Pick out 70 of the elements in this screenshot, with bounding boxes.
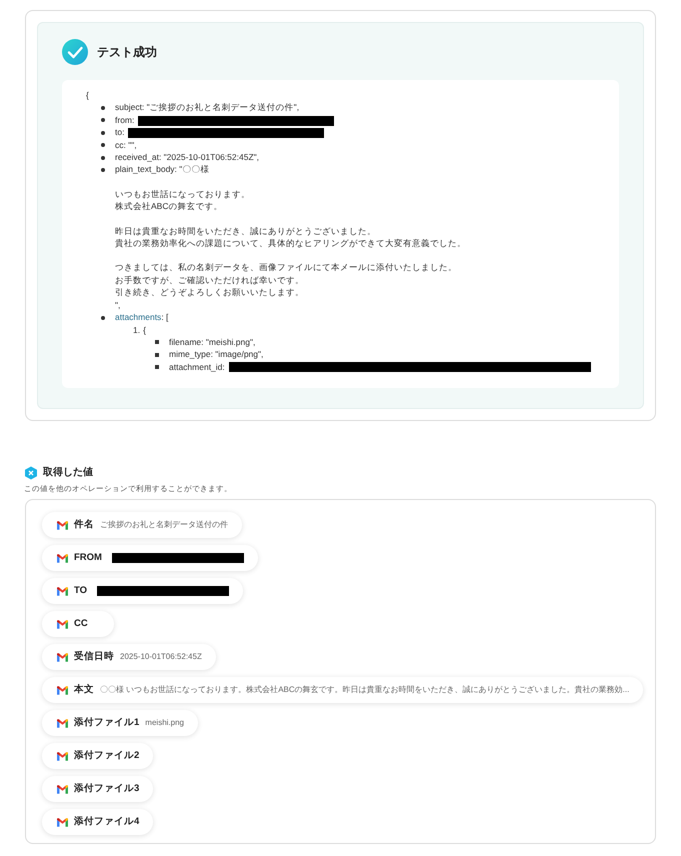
mail-logo-icon (57, 784, 68, 794)
value-label: CC (74, 617, 88, 632)
value-chip[interactable]: 添付ファイル4 (42, 809, 154, 836)
bullet-icon (101, 143, 105, 148)
value-label: FROM (74, 551, 102, 566)
json-line: plain_text_body: "〇〇様 (115, 164, 210, 174)
value-chip[interactable]: 添付ファイル3 (42, 776, 154, 802)
value-text: 〇〇様 いつもお世話になっております。株式会社ABCの舞玄です。昨日は貴重なお時間をいただき、誠にありがとうございました。貴社の業務効... (100, 684, 630, 696)
section-title: 取得した値 (43, 466, 93, 480)
value-chip[interactable]: 受信日時 2025-10-01T06:52:45Z (42, 644, 216, 670)
json-line: mime_type: "image/png", (169, 349, 264, 360)
status-title: テスト成功 (97, 44, 157, 61)
mail-logo-icon (57, 652, 68, 662)
hexagon-x-icon (24, 466, 38, 480)
bullet-icon (101, 118, 105, 122)
value-label: 件名 (74, 518, 94, 532)
value-label: 本文 (74, 683, 94, 698)
value-label: 添付ファイル2 (74, 749, 140, 764)
json-line: cc: "", (115, 140, 137, 150)
mail-logo-icon (57, 520, 68, 530)
json-line: : [ (161, 312, 168, 322)
value-chip[interactable]: TO (42, 578, 244, 604)
list-number: 1. (133, 324, 140, 336)
value-text: meishi.png (145, 717, 184, 730)
body-line: お手数ですが、ご確認いただければ幸いです。 (115, 274, 304, 286)
value-chip[interactable]: 件名 ご挨拶のお礼と名刺データ送付の件 (42, 512, 242, 538)
json-line: from: (115, 114, 134, 125)
body-line: いつもお世話になっております。 (115, 188, 250, 200)
value-chip[interactable]: 添付ファイル1 meishi.png (42, 710, 198, 736)
json-line: received_at: "2025-10-01T06:52:45Z", (115, 152, 260, 162)
json-line: attachment_id: (169, 362, 225, 372)
value-chip[interactable]: FROM (42, 545, 258, 572)
value-label: TO (74, 584, 88, 598)
value-chip[interactable]: CC (42, 611, 114, 638)
check-icon (62, 39, 88, 65)
json-line: filename: "meishi.png", (169, 336, 256, 347)
json-line: ", (115, 298, 120, 312)
bullet-icon (101, 130, 105, 135)
body-line: 昨日は貴重なお時間をいただき、誠にありがとうございました。 (115, 224, 376, 238)
value-text: 2025-10-01T06:52:45Z (120, 651, 202, 664)
bullet-icon (101, 156, 105, 160)
mail-logo-icon (57, 818, 68, 827)
mail-logo-icon (57, 586, 68, 596)
body-line: 株式会社ABCの舞玄です。 (115, 200, 222, 213)
mail-logo-icon (57, 686, 68, 695)
value-chip[interactable]: 本文 〇〇様 いつもお世話になっております。株式会社ABCの舞玄です。昨日は貴重なお時間をいただき、誠にありがとうございました。貴社の業務効... (42, 677, 644, 704)
json-line: subject: "ご挨拶のお礼と名刺データ送付の件", (115, 102, 300, 112)
mail-logo-icon (57, 752, 68, 761)
bullet-icon (101, 106, 105, 110)
bullet-icon (101, 168, 105, 172)
bullet-icon (155, 365, 159, 370)
json-line: to: (115, 127, 124, 138)
json-line: { (143, 324, 146, 336)
mail-logo-icon (57, 620, 68, 629)
json-line: { (86, 90, 89, 100)
value-chip[interactable]: 添付ファイル2 (42, 743, 154, 770)
json-key: attachments (115, 312, 162, 322)
bullet-icon (155, 340, 159, 344)
value-text: ご挨拶のお礼と名刺データ送付の件 (100, 519, 228, 532)
bullet-icon (101, 316, 105, 320)
body-line: つきましては、私の名刺データを、画像ファイルにて本メールに添付いたしました。 (115, 261, 457, 274)
body-line: 貴社の業務効率化への課題について、具体的なヒアリングができて大変有意義でした。 (115, 237, 466, 250)
mail-logo-icon (57, 554, 68, 563)
bullet-icon (155, 352, 159, 357)
mail-logo-icon (57, 718, 68, 728)
value-label: 添付ファイル1 (74, 716, 140, 730)
value-label: 受信日時 (74, 650, 114, 664)
body-line: 引き続き、どうぞよろしくお願いいたします。 (115, 286, 304, 299)
value-label: 添付ファイル3 (74, 782, 140, 796)
value-label: 添付ファイル4 (74, 815, 140, 830)
